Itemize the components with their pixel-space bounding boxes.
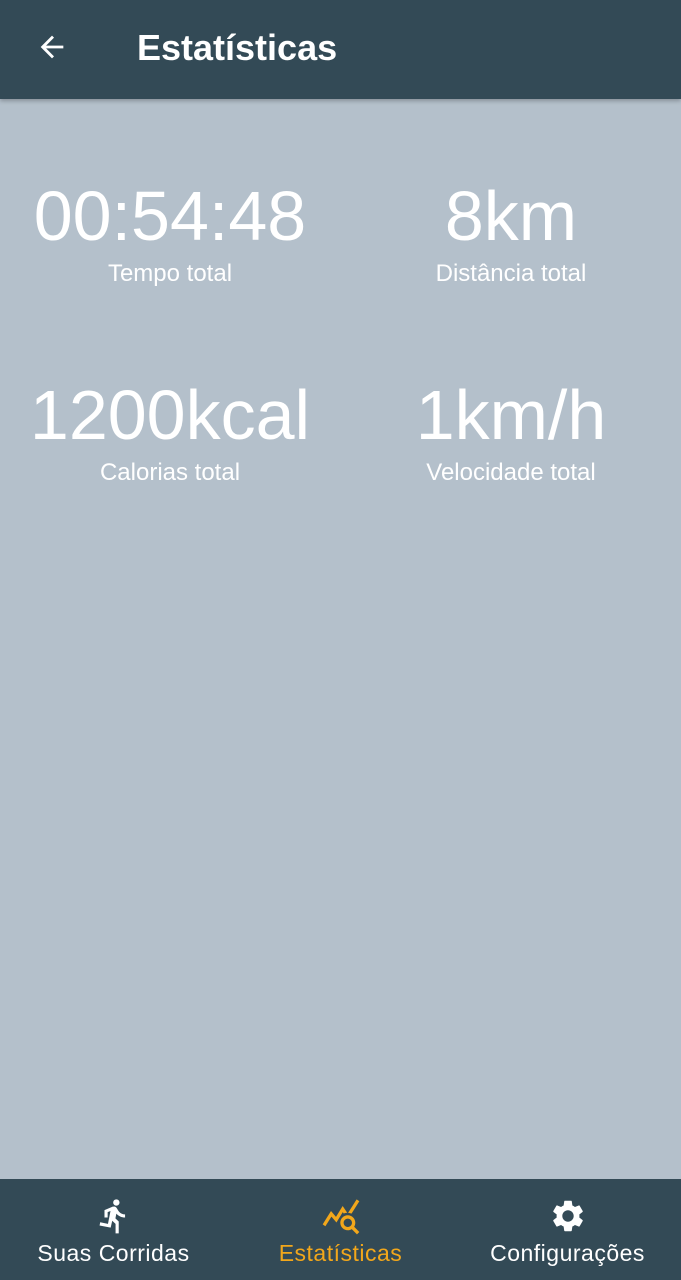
stat-label: Velocidade total [426, 459, 596, 486]
stat-value: 00:54:48 [33, 177, 307, 255]
page-title: Estatísticas [137, 27, 338, 68]
nav-label: Suas Corridas [37, 1240, 190, 1266]
running-person-icon [94, 1196, 134, 1236]
stat-value: 8km [444, 177, 578, 255]
stat-total-calories: 1200kcal Calorias total [0, 375, 340, 488]
stat-label: Distância total [435, 260, 587, 287]
stat-value: 1km/h [415, 376, 607, 454]
stat-total-distance: 8km Distância total [341, 176, 681, 289]
nav-item-settings[interactable]: Configurações [454, 1179, 681, 1280]
stat-total-speed: 1km/h Velocidade total [341, 375, 681, 488]
back-button[interactable] [22, 22, 82, 72]
nav-label: Configurações [490, 1240, 645, 1266]
stat-label: Calorias total [99, 459, 241, 486]
stat-total-time: 00:54:48 Tempo total [0, 176, 340, 289]
nav-item-runs[interactable]: Suas Corridas [0, 1179, 227, 1280]
app-bar: Estatísticas [0, 0, 681, 99]
nav-item-statistics[interactable]: Estatísticas [227, 1179, 454, 1280]
gear-icon [548, 1196, 588, 1236]
chart-search-icon [321, 1196, 361, 1236]
stat-label: Tempo total [107, 260, 233, 287]
stat-value: 1200kcal [29, 376, 311, 454]
nav-label: Estatísticas [278, 1240, 403, 1266]
arrow-left-icon [40, 35, 64, 59]
bottom-navigation: Suas Corridas Estatísticas Configurações [0, 1179, 681, 1280]
